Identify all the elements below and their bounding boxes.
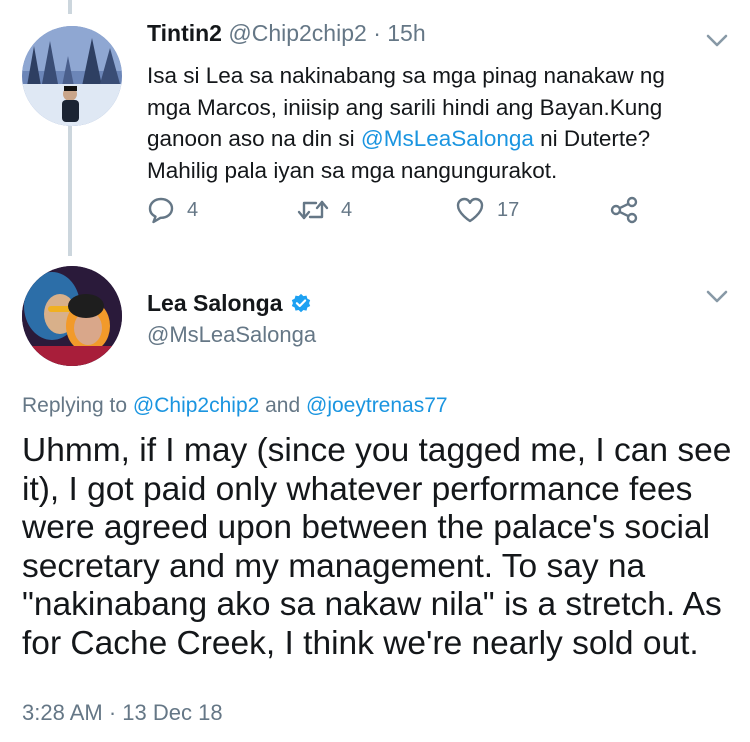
retweet-icon — [297, 200, 329, 220]
tweet2-author-row: Lea Salonga — [147, 290, 312, 317]
tweet1-header: Tintin2 @Chip2chip2 · 15h — [147, 20, 426, 47]
avatar-lea-salonga[interactable] — [22, 266, 122, 366]
verified-badge-icon — [292, 293, 311, 312]
replying-mention-joeytrenas77[interactable]: @joeytrenas77 — [306, 394, 448, 417]
share-button[interactable] — [609, 196, 639, 224]
tweet1-author-handle[interactable]: @Chip2chip2 — [228, 20, 366, 46]
avatar-image-portrait — [22, 266, 122, 366]
avatar-tintin2[interactable] — [22, 26, 122, 126]
like-count: 17 — [497, 198, 520, 221]
tweet1-time[interactable]: 15h — [387, 20, 425, 46]
retweet-count: 4 — [341, 198, 353, 221]
thread-line — [68, 126, 72, 256]
tweet1-separator: · — [373, 20, 381, 46]
reply-icon — [148, 197, 174, 224]
replying-to-line: Replying to @Chip2chip2 and @joeytrenas7… — [22, 394, 448, 418]
reply-count: 4 — [187, 198, 199, 221]
reply-button[interactable]: 4 — [147, 196, 198, 224]
tweet1-author-name[interactable]: Tintin2 — [147, 20, 222, 46]
tweet1-mention[interactable]: @MsLeaSalonga — [361, 126, 534, 151]
tweet2-timestamp[interactable]: 3:28 AM · 13 Dec 18 — [22, 700, 223, 726]
avatar-image-snow — [22, 26, 122, 126]
chevron-down-icon[interactable] — [706, 34, 728, 48]
replying-prefix: Replying to — [22, 394, 133, 417]
like-button[interactable]: 17 — [455, 196, 519, 224]
retweet-button[interactable]: 4 — [297, 196, 352, 224]
replying-and: and — [259, 394, 307, 417]
share-icon — [610, 196, 638, 224]
tweet2-author-name[interactable]: Lea Salonga — [147, 290, 282, 317]
tweet2-author-handle[interactable]: @MsLeaSalonga — [147, 322, 316, 348]
chevron-down-icon[interactable] — [706, 290, 728, 304]
like-icon — [456, 197, 484, 223]
tweet2-text: Uhmm, if I may (since you tagged me, I c… — [22, 432, 732, 662]
thread-line-top — [68, 0, 72, 14]
tweet1-text: Isa si Lea sa nakinabang sa mga pinag na… — [147, 60, 707, 186]
replying-mention-chip2chip2[interactable]: @Chip2chip2 — [133, 394, 259, 417]
